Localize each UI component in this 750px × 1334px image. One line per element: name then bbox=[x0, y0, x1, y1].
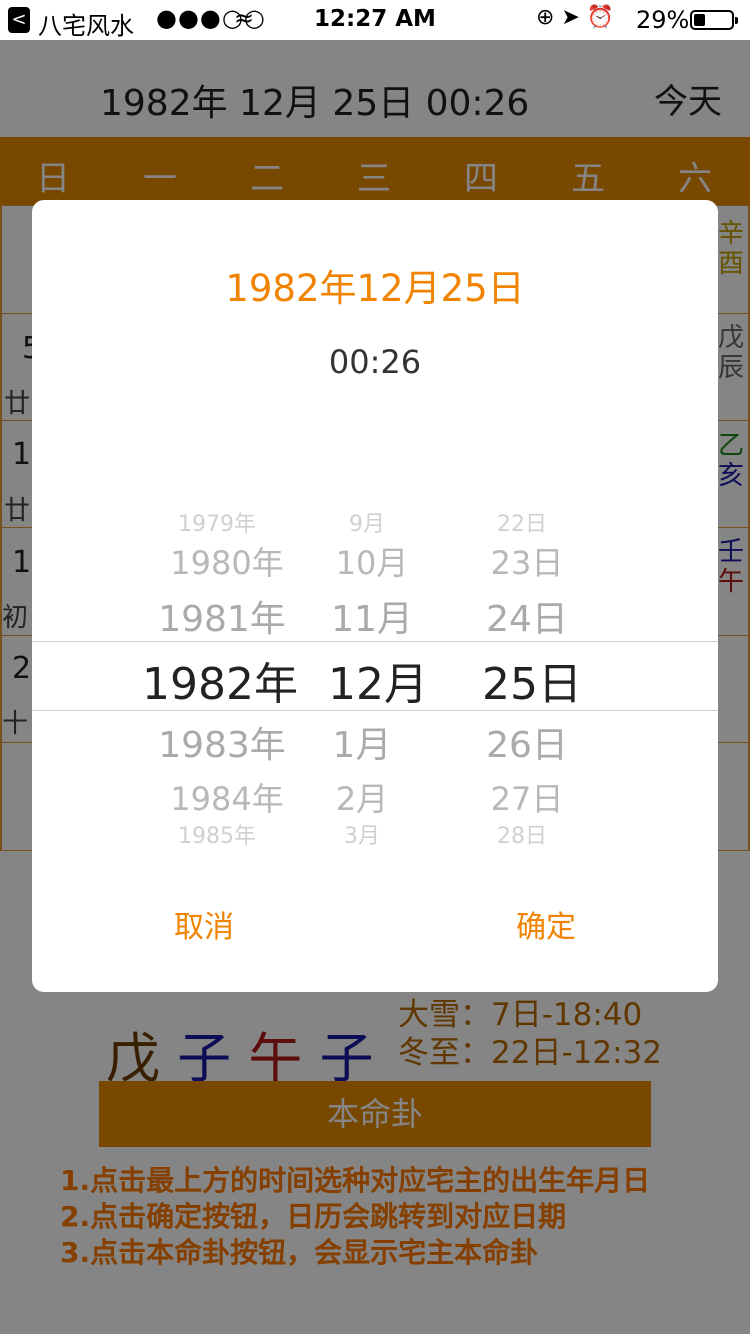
cancel-button[interactable]: 取消 bbox=[174, 902, 234, 946]
picker-day-option[interactable]: 22日 bbox=[472, 506, 572, 538]
picker-year-option[interactable]: 1985年 bbox=[142, 818, 292, 850]
picker-day-option[interactable]: 28日 bbox=[472, 818, 572, 850]
picker-month-option[interactable]: 1月 bbox=[322, 716, 402, 768]
picker-day-option[interactable]: 23日 bbox=[472, 538, 582, 584]
picker-year-option[interactable]: 1984年 bbox=[142, 774, 312, 820]
picker-month-option[interactable]: 10月 bbox=[322, 538, 422, 584]
status-icons: ⊕ ➤ ⏰ bbox=[536, 5, 615, 30]
picker-month-selected[interactable]: 12月 bbox=[322, 648, 434, 712]
confirm-button[interactable]: 确定 bbox=[516, 902, 576, 946]
picker-year-option[interactable]: 1980年 bbox=[142, 538, 312, 584]
date-picker-dialog: 1982年12月25日 00:26 1979年 1980年 1981年 1982… bbox=[32, 200, 718, 992]
picker-year-selected[interactable]: 1982年 bbox=[138, 648, 302, 712]
picker-day-option[interactable]: 26日 bbox=[472, 716, 582, 768]
dialog-selected-time[interactable]: 00:26 bbox=[32, 343, 718, 381]
picker-month-option[interactable]: 3月 bbox=[322, 818, 402, 850]
picker-year-option[interactable]: 1981年 bbox=[142, 590, 302, 642]
picker-month-option[interactable]: 9月 bbox=[322, 506, 412, 538]
status-bar: < 八宅风水 ●●●○○ ≈ 12:27 AM ⊕ ➤ ⏰ 29% bbox=[0, 0, 750, 40]
picker-day-option[interactable]: 27日 bbox=[472, 774, 582, 820]
battery-percent: 29% bbox=[636, 6, 690, 34]
picker-day-selected[interactable]: 25日 bbox=[472, 648, 592, 712]
picker-year-option[interactable]: 1983年 bbox=[142, 716, 302, 768]
battery-icon bbox=[690, 10, 738, 30]
dialog-selected-date: 1982年12月25日 bbox=[225, 267, 525, 310]
picker-day-option[interactable]: 24日 bbox=[472, 590, 582, 642]
picker-year-option[interactable]: 1979年 bbox=[142, 506, 292, 538]
picker-month-option[interactable]: 11月 bbox=[322, 590, 422, 642]
picker-month-option[interactable]: 2月 bbox=[322, 774, 402, 820]
